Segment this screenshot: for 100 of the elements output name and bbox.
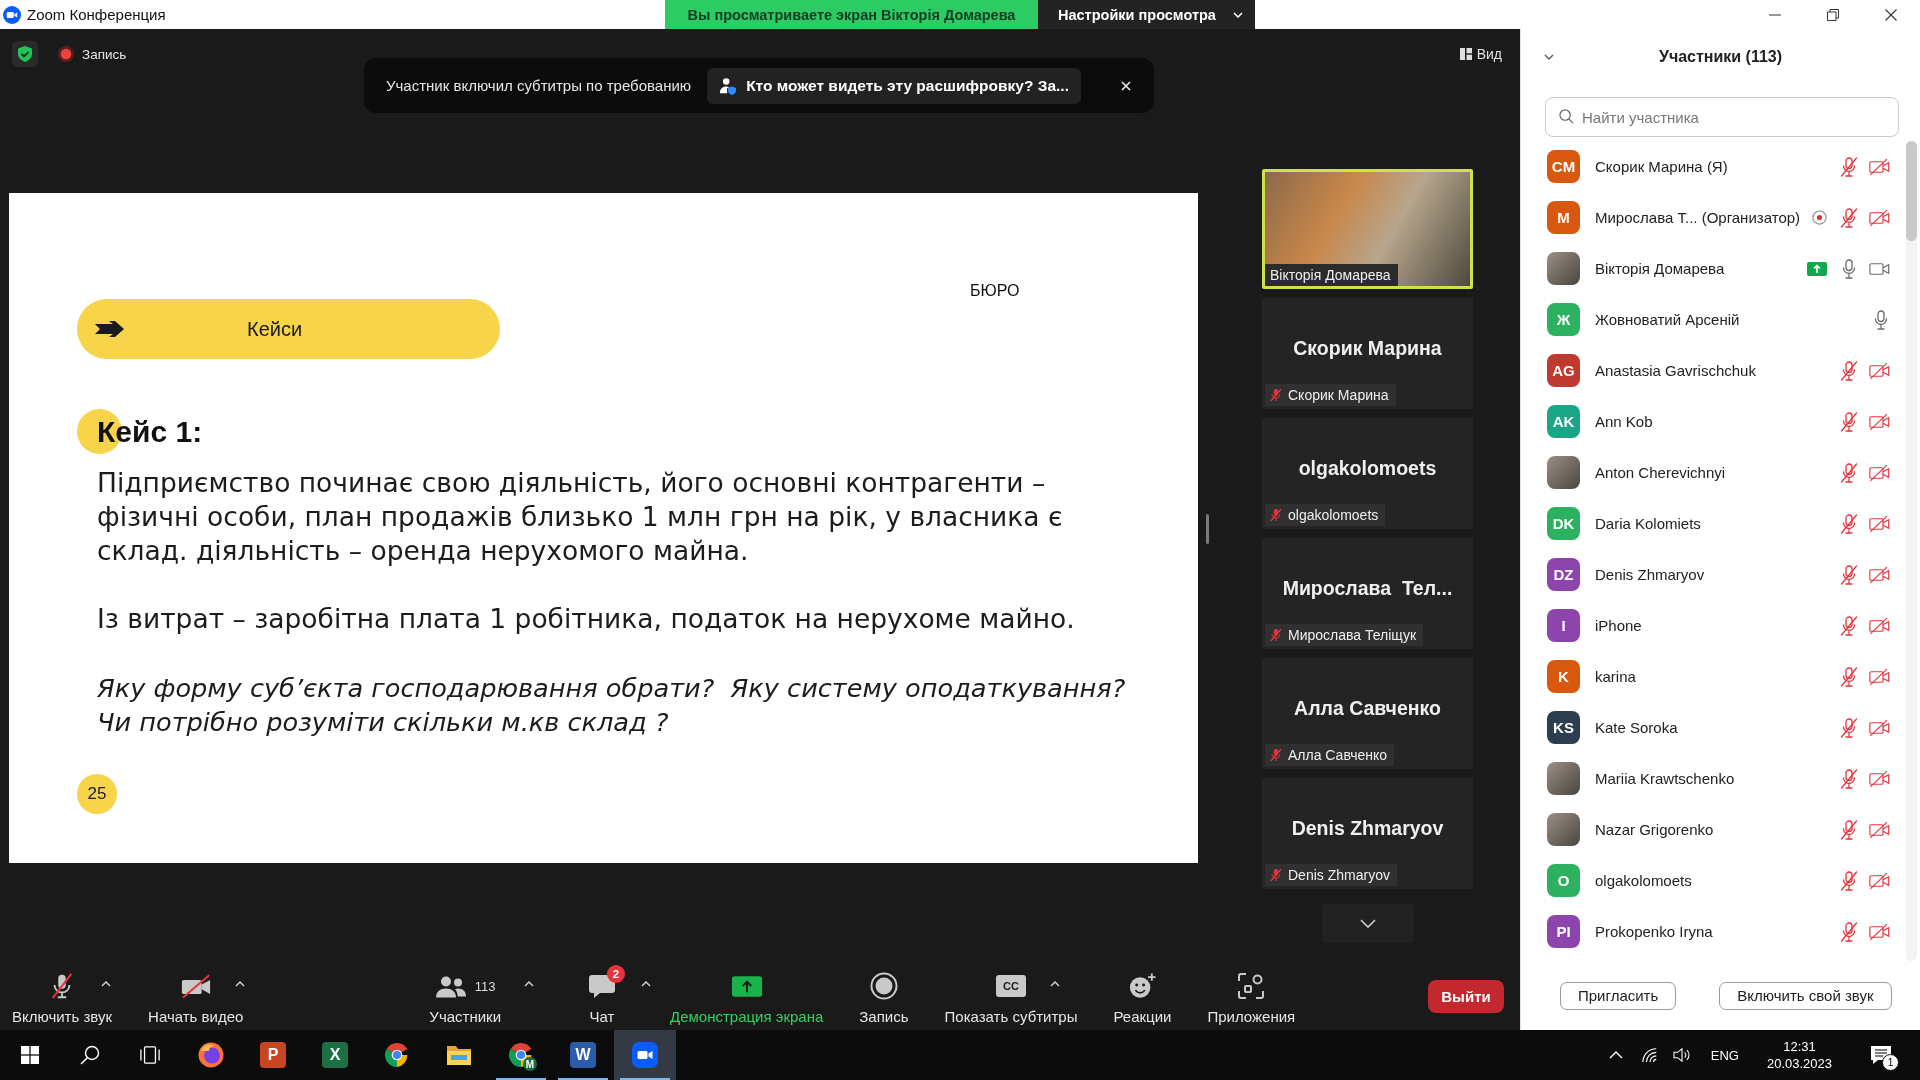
spreadsheet-app-icon: X (322, 1042, 348, 1068)
toolbar-button[interactable]: CC Показать субтитры (940, 961, 1082, 1025)
menu-caret-button[interactable] (1049, 979, 1061, 989)
video-off-icon[interactable] (1869, 412, 1890, 431)
participant-row[interactable]: M Мирослава Т... (Организатор) (1521, 192, 1906, 243)
video-off-icon[interactable] (1869, 616, 1890, 635)
panel-button[interactable]: Пригласить (1560, 981, 1677, 1010)
participant-name: Ann Kob (1595, 413, 1654, 430)
clock-date[interactable]: 20.03.2023 (1766, 1055, 1832, 1072)
toolbar-button[interactable]: Приложения (1203, 961, 1300, 1025)
video-off-icon[interactable] (1869, 667, 1890, 686)
participant-row[interactable]: Anton Cherevichnyi (1521, 447, 1906, 498)
toolbar-button[interactable]: Запись (855, 961, 913, 1025)
mic-muted-icon[interactable] (1840, 921, 1858, 942)
participant-row[interactable]: Вікторія Домарева (1521, 243, 1906, 294)
wifi-icon[interactable] (1640, 1047, 1659, 1063)
mic-muted-icon[interactable] (1840, 615, 1858, 636)
toolbar-button[interactable]: 113 Участники (425, 961, 506, 1025)
toolbar-button[interactable]: 2 Чат (574, 961, 631, 1025)
toolbar-button[interactable]: Реакции (1109, 961, 1176, 1025)
clock-time[interactable]: 12:31 (1783, 1038, 1816, 1055)
taskbar-button[interactable]: W (552, 1030, 614, 1080)
taskbar-button[interactable]: X (304, 1030, 366, 1080)
search-field[interactable]: Найти участника (1545, 97, 1899, 137)
mic-muted-icon[interactable] (1840, 819, 1858, 840)
mic-muted-icon[interactable] (1840, 360, 1858, 381)
taskbar-button[interactable] (614, 1030, 676, 1080)
menu-caret-button[interactable] (523, 979, 536, 989)
toolbar-button[interactable]: Включить звук (8, 961, 117, 1025)
mic-muted-icon[interactable] (1840, 717, 1858, 738)
mic-muted-icon[interactable] (1840, 768, 1858, 789)
avatar-photo (1547, 252, 1580, 285)
view-button[interactable]: Вид (1455, 41, 1506, 67)
video-off-icon[interactable] (1869, 463, 1890, 482)
leave-button[interactable]: Выйти (1428, 980, 1504, 1013)
menu-caret-button[interactable] (233, 979, 246, 989)
mic-muted-icon[interactable] (1840, 207, 1858, 228)
participant-name: Алла Савченко (1293, 695, 1442, 721)
view-options-button[interactable]: Настройки просмотра (1038, 0, 1255, 29)
mic-icon[interactable] (1840, 258, 1858, 279)
chevron-up-icon[interactable] (1608, 1051, 1623, 1059)
caret-up-icon (1050, 981, 1060, 987)
participant-row[interactable]: AG Anastasia Gavrischchuk (1521, 345, 1906, 396)
resize-handle[interactable] (1206, 514, 1209, 544)
participant-row[interactable]: Mariia Krawtschenko (1521, 753, 1906, 804)
participant-row[interactable]: KS Kate Soroka (1521, 702, 1906, 753)
scrollbar-thumb[interactable] (1906, 141, 1917, 241)
avatar: PI (1547, 915, 1580, 948)
video-tile[interactable]: Вікторія Домарева (1262, 169, 1473, 289)
video-off-icon[interactable] (1869, 871, 1890, 890)
video-off-icon[interactable] (1869, 514, 1890, 533)
menu-caret-button[interactable] (640, 979, 653, 989)
taskbar-button[interactable]: P (242, 1030, 304, 1080)
video-off-icon[interactable] (1869, 769, 1890, 788)
mic-muted-icon[interactable] (1840, 156, 1858, 177)
video-off-icon[interactable] (1869, 565, 1890, 584)
participant-row[interactable]: AK Ann Kob (1521, 396, 1906, 447)
menu-caret-button[interactable] (100, 979, 112, 989)
video-off-icon[interactable] (1869, 208, 1890, 227)
mic-muted-icon[interactable] (1840, 462, 1858, 483)
transcript-access-button[interactable]: Кто может видеть эту расшифровку? За... (707, 67, 1081, 104)
video-tile[interactable]: Скорик Марина Скорик Марина (1262, 298, 1473, 409)
video-tile[interactable]: Мирослава Тел... Мирослава Теліщук (1262, 538, 1473, 649)
mic-muted-icon[interactable] (1840, 870, 1858, 891)
participant-row[interactable]: PI Prokopenko Iryna (1521, 906, 1906, 957)
video-off-icon[interactable] (1869, 361, 1890, 380)
video-tile[interactable]: Алла Савченко Алла Савченко (1262, 658, 1473, 769)
mic-muted-icon[interactable] (1840, 513, 1858, 534)
avatar-photo (1547, 456, 1580, 489)
mic-icon[interactable] (1872, 309, 1890, 330)
video-off-icon[interactable] (1869, 820, 1890, 839)
participant-row[interactable]: Nazar Grigorenko (1521, 804, 1906, 855)
chevron-down-icon (1233, 11, 1243, 18)
video-off-icon[interactable] (1869, 157, 1890, 176)
mic-muted-icon[interactable] (1840, 666, 1858, 687)
browser-icon (384, 1042, 410, 1068)
participant-row[interactable]: I iPhone (1521, 600, 1906, 651)
participant-name: Denis Zhmaryov (1290, 815, 1445, 841)
mic-muted-icon[interactable] (1840, 411, 1858, 432)
taskbar-button[interactable]: M (490, 1030, 552, 1080)
video-tile[interactable]: olgakolomoets olgakolomoets (1262, 418, 1473, 529)
language-indicator[interactable]: ENG (1710, 1047, 1739, 1063)
participant-row[interactable]: CM Скорик Марина (Я) (1521, 141, 1906, 192)
participant-row[interactable]: DK Daria Kolomiets (1521, 498, 1906, 549)
video-off-icon[interactable] (1869, 922, 1890, 941)
participant-row[interactable]: Ж Жовноватий Арсеній (1521, 294, 1906, 345)
toolbar-button[interactable]: Начать видео (144, 961, 248, 1025)
participant-row[interactable]: DZ Denis Zhmaryov (1521, 549, 1906, 600)
scrollbar-track[interactable] (1906, 141, 1917, 961)
toolbar-button[interactable]: Демонстрация экрана (666, 961, 828, 1025)
panel-button[interactable]: Включить свой звук (1719, 981, 1892, 1010)
shield-check-icon[interactable] (12, 41, 38, 67)
participant-name-label: Скорик Марина (1288, 387, 1389, 403)
video-off-icon[interactable] (1869, 718, 1890, 737)
mic-muted-icon[interactable] (1840, 564, 1858, 585)
participant-name: Скорик Марина (Я) (1595, 158, 1729, 175)
video-tile[interactable]: Denis Zhmaryov Denis Zhmaryov (1262, 778, 1473, 889)
participant-row[interactable]: O olgakolomoets (1521, 855, 1906, 906)
speaker-icon[interactable] (1672, 1047, 1691, 1063)
participant-row[interactable]: K karina (1521, 651, 1906, 702)
